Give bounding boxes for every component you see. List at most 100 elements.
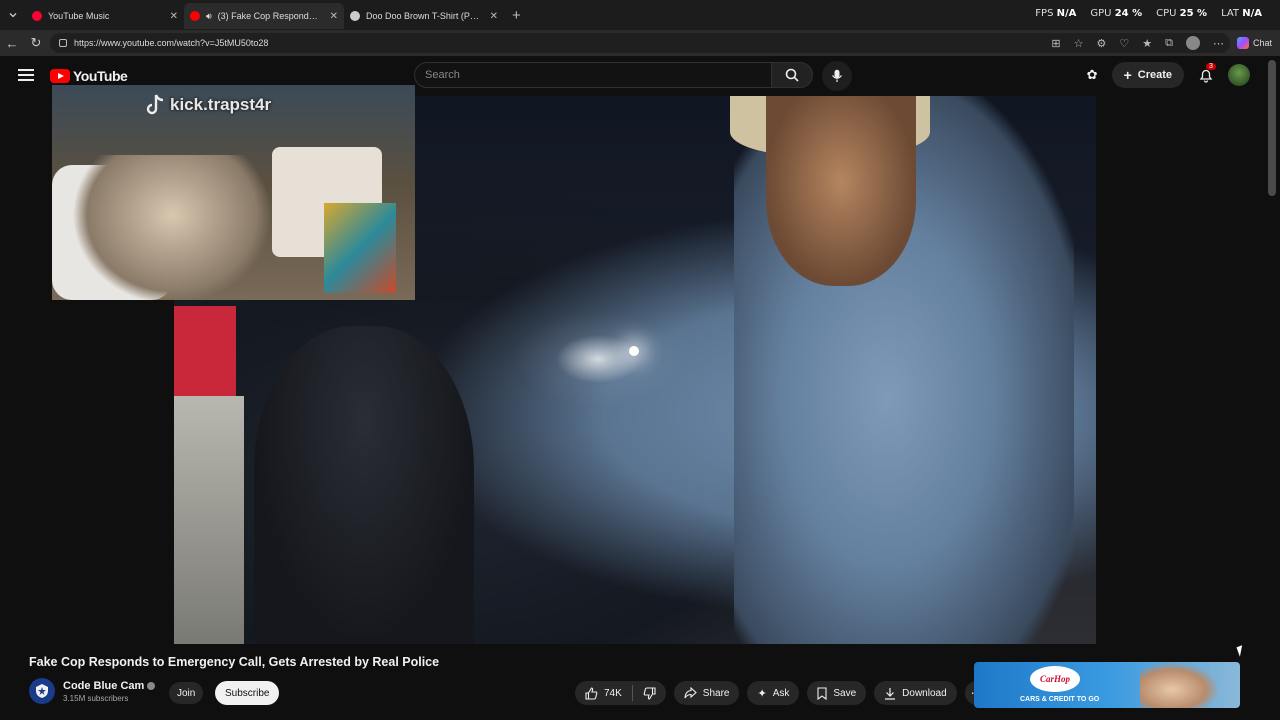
new-tab-button[interactable]: + (512, 7, 521, 24)
wall-poster (324, 203, 396, 293)
search-input[interactable]: Search (414, 62, 772, 88)
video-actions: 74K Share ✦ Ask Save Download ⋯ (575, 681, 989, 705)
tab-youtube-music[interactable]: YouTube Music ✕ (26, 3, 184, 29)
like-button[interactable]: 74K (575, 681, 632, 705)
thumbs-down-icon (643, 686, 656, 700)
address-bar-actions: ⊞ ☆ ⚙ ♡ ★ ⧉ ⋯ Chat (1051, 36, 1272, 50)
store-icon (350, 11, 360, 21)
youtube-logo[interactable]: YouTube (50, 68, 128, 84)
channel-avatar[interactable] (29, 678, 55, 704)
notifications-button[interactable]: 3 (1198, 63, 1216, 83)
plus-icon: + (1123, 67, 1132, 83)
save-button[interactable]: Save (807, 681, 867, 705)
browser-navbar: ← ↻ https://www.youtube.com/watch?v=J5tM… (0, 30, 1280, 56)
page-scrollbar[interactable] (1268, 60, 1276, 196)
subscriber-count: 3.15M subscribers (63, 693, 129, 703)
notification-badge: 3 (1206, 63, 1216, 70)
join-button[interactable]: Join (169, 682, 204, 704)
extension-icon[interactable]: ✿ (1087, 67, 1098, 83)
chat-label: Chat (1252, 38, 1272, 48)
close-icon[interactable]: ✕ (330, 11, 338, 22)
youtube-play-icon (50, 69, 70, 83)
streamer-figure (72, 155, 272, 300)
collections-icon[interactable]: ⧉ (1165, 37, 1173, 50)
ad-brand-logo: CarHop (1030, 666, 1080, 692)
copilot-chat-button[interactable]: Chat (1236, 37, 1272, 49)
favorites-icon[interactable]: ★ (1142, 37, 1152, 50)
youtube-logo-text: YouTube (73, 68, 128, 84)
store-window (174, 396, 244, 644)
download-icon (885, 687, 896, 700)
tab-title: YouTube Music (48, 11, 110, 21)
user-avatar[interactable] (1228, 64, 1250, 86)
back-button[interactable]: ← (0, 36, 24, 51)
lat-readout: LAT N/A (1221, 8, 1262, 19)
tab-title: (3) Fake Cop Responds to Em (217, 11, 320, 21)
streamer-webcam-overlay: kick.trapst4r (52, 85, 415, 300)
reload-button[interactable]: ↻ (24, 35, 48, 51)
mouse-cursor-icon (1236, 645, 1246, 657)
favorite-star-icon[interactable]: ☆ (1074, 37, 1084, 50)
copilot-icon (1236, 37, 1249, 49)
share-icon (684, 687, 697, 699)
face-shape (766, 96, 916, 286)
search-icon (785, 68, 799, 82)
tiktok-icon (146, 94, 164, 115)
chevron-down-icon (9, 13, 17, 18)
share-button[interactable]: Share (673, 681, 740, 705)
sparkle-icon: ✦ (757, 687, 767, 700)
microphone-icon (832, 69, 842, 82)
browser-essentials-icon[interactable]: ♡ (1119, 37, 1129, 50)
ask-label: Ask (772, 687, 790, 699)
channel-info: Code Blue Cam 3.15M subscribers (29, 678, 156, 704)
app-available-icon[interactable]: ⊞ (1051, 37, 1060, 50)
performance-overlay: FPS N/A GPU 24 % CPU 25 % LAT N/A (1035, 8, 1262, 19)
street-light (629, 346, 639, 356)
search-button[interactable] (771, 62, 813, 88)
video-title: Fake Cop Responds to Emergency Call, Get… (29, 655, 440, 669)
thumbs-up-icon (585, 686, 598, 700)
bookmark-icon (817, 686, 827, 700)
gpu-readout: GPU 24 % (1090, 8, 1143, 19)
save-label: Save (833, 687, 857, 699)
extensions-icon[interactable]: ⚙ (1097, 37, 1107, 50)
store-sign (174, 306, 236, 396)
ad-tagline: CARS & CREDIT TO GO (1020, 696, 1100, 703)
browser-tabstrip: YouTube Music ✕ 🔊︎ (3) Fake Cop Responds… (0, 0, 1280, 30)
close-icon[interactable]: ✕ (490, 11, 498, 22)
cpu-readout: CPU 25 % (1156, 8, 1208, 19)
channel-name[interactable]: Code Blue Cam (63, 680, 156, 692)
tab-title: Doo Doo Brown T-Shirt (PRE-ORD (366, 11, 480, 21)
fps-readout: FPS N/A (1035, 8, 1077, 19)
like-count: 74K (604, 687, 622, 699)
police-officer-figure (254, 326, 474, 644)
download-label: Download (902, 687, 947, 699)
browser-menu-icon[interactable]: ⋯ (1213, 37, 1224, 50)
youtube-icon (190, 11, 200, 21)
download-button[interactable]: Download (874, 681, 957, 705)
watermark-text: kick.trapst4r (170, 95, 272, 114)
sidebar-ad-banner[interactable]: CarHop CARS & CREDIT TO GO (974, 662, 1240, 708)
share-label: Share (702, 687, 730, 699)
subscribe-button[interactable]: Subscribe (215, 681, 280, 705)
url-text: https://www.youtube.com/watch?v=J5tMU50t… (74, 38, 269, 48)
tab-fake-cop-video[interactable]: 🔊︎ (3) Fake Cop Responds to Em ✕ (184, 3, 344, 29)
police-badge-icon (36, 684, 48, 698)
header-actions: ✿ + Create 3 (1087, 62, 1250, 88)
profile-avatar[interactable] (1185, 36, 1200, 50)
hamburger-menu-icon[interactable] (18, 69, 34, 84)
close-icon[interactable]: ✕ (170, 11, 178, 22)
verified-icon (147, 681, 156, 690)
stream-watermark: kick.trapst4r (144, 93, 271, 117)
create-label: Create (1137, 69, 1172, 81)
voice-search-button[interactable] (822, 61, 852, 91)
ask-button[interactable]: ✦ Ask (747, 681, 800, 705)
site-info-icon[interactable] (58, 38, 68, 48)
dislike-button[interactable] (633, 681, 666, 705)
tab-list-menu-button[interactable] (0, 0, 26, 30)
tab-tshirt[interactable]: Doo Doo Brown T-Shirt (PRE-ORD ✕ (344, 3, 504, 29)
ad-people-image (1140, 662, 1220, 708)
like-dislike-group: 74K (575, 681, 666, 705)
speaker-icon[interactable]: 🔊︎ (206, 11, 212, 22)
create-button[interactable]: + Create (1111, 62, 1184, 88)
